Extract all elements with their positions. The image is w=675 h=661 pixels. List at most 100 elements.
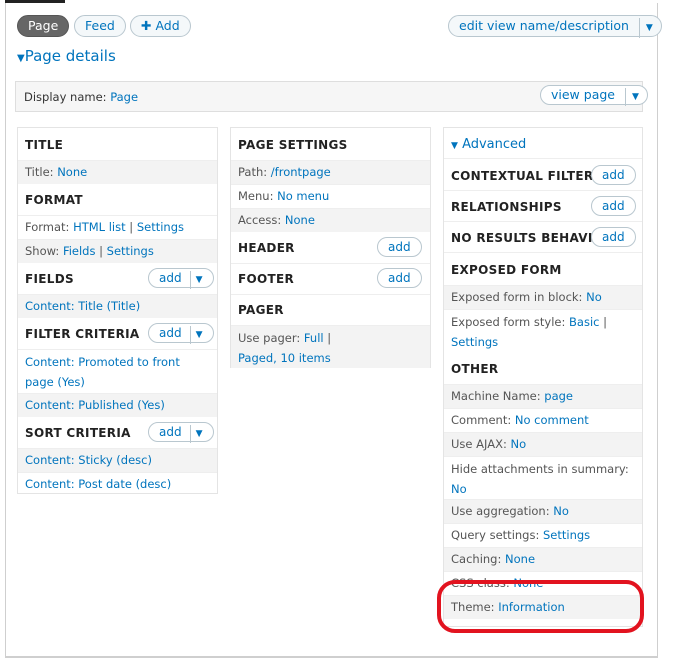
exposed-style-settings-link[interactable]: Settings — [451, 335, 498, 349]
ajax-value[interactable]: No — [510, 437, 526, 451]
page-details-title: Page details — [24, 47, 116, 65]
tab-feed-label: Feed — [85, 18, 115, 33]
pager-value[interactable]: Full — [304, 331, 324, 345]
divider — [231, 263, 430, 264]
advanced-toggle[interactable]: ▼ Advanced — [451, 137, 526, 152]
column-advanced: ▼ Advanced CONTEXTUAL FILTERS add RELATI… — [443, 127, 643, 627]
relationships-add-label: add — [602, 199, 625, 213]
caching-row: Caching: None — [444, 547, 642, 571]
footer-add-button[interactable]: add — [377, 268, 422, 288]
edit-view-name-label: edit view name/description — [459, 18, 629, 33]
page-settings-header: PAGE SETTINGS — [238, 138, 348, 152]
show-settings-link[interactable]: Settings — [107, 244, 154, 258]
header-add-label: add — [388, 240, 411, 254]
exposed-block-row: Exposed form in block: No — [444, 285, 642, 309]
format-row: Format: HTML list | Settings — [18, 215, 217, 239]
filter-item-label[interactable]: Content: Published (Yes) — [25, 398, 165, 412]
format-value[interactable]: HTML list — [73, 220, 126, 234]
attachments-value[interactable]: No — [451, 482, 467, 496]
exposed-form-header: EXPOSED FORM — [451, 263, 562, 277]
sort-add-label: add — [159, 425, 182, 439]
page-details-toggle[interactable]: ▼Page details — [17, 47, 116, 65]
exposed-block-label: Exposed form in block: — [451, 290, 583, 304]
caching-label: Caching: — [451, 552, 502, 566]
separator: | — [129, 220, 134, 234]
edit-view-name-button[interactable]: edit view name/description ▼ — [448, 15, 662, 38]
machine-name-row: Machine Name: page — [444, 384, 642, 408]
filter-item-label[interactable]: Content: Promoted to front page (Yes) — [25, 355, 180, 389]
separator: | — [99, 244, 104, 258]
machine-name-label: Machine Name: — [451, 389, 541, 403]
menu-label: Menu: — [238, 189, 274, 203]
filter-item[interactable]: Content: Published (Yes) — [18, 393, 217, 417]
access-label: Access: — [238, 213, 282, 227]
comment-value[interactable]: No comment — [515, 413, 589, 427]
machine-name-value[interactable]: page — [544, 389, 573, 403]
sort-item-label[interactable]: Content: Post date (desc) — [25, 477, 171, 491]
sort-item[interactable]: Content: Sticky (desc) — [18, 448, 217, 472]
add-display-label: Add — [155, 18, 180, 33]
pager-options-link[interactable]: Paged, 10 items — [238, 351, 331, 365]
aggregation-row: Use aggregation: No — [444, 499, 642, 523]
divider — [444, 190, 642, 191]
exposed-style-value[interactable]: Basic — [569, 315, 599, 329]
title-value[interactable]: None — [57, 165, 87, 179]
sort-item[interactable]: Content: Post date (desc) — [18, 472, 217, 494]
path-value[interactable]: /frontpage — [271, 165, 331, 179]
tab-page[interactable]: Page — [17, 15, 70, 37]
no-results-add-button[interactable]: add — [591, 227, 636, 247]
fields-item[interactable]: Content: Title (Title) — [18, 294, 217, 318]
title-label: Title: — [25, 165, 54, 179]
caching-value[interactable]: None — [505, 552, 535, 566]
contextual-add-button[interactable]: add — [591, 165, 636, 185]
view-page-button[interactable]: view page ▼ — [540, 85, 648, 106]
display-name-bar: Display name: Page view page ▼ — [15, 81, 648, 112]
aggregation-value[interactable]: No — [553, 504, 569, 518]
highlight-ring — [437, 580, 644, 633]
show-label: Show: — [25, 244, 60, 258]
access-row: Access: None — [231, 208, 430, 232]
comment-row: Comment: No comment — [444, 408, 642, 432]
chevron-down-icon[interactable]: ▼ — [189, 271, 203, 289]
query-settings-row: Query settings: Settings — [444, 523, 642, 547]
exposed-block-value[interactable]: No — [586, 290, 602, 304]
divider — [444, 158, 642, 159]
fields-add-label: add — [159, 271, 182, 285]
fields-item-label[interactable]: Content: Title (Title) — [25, 299, 140, 313]
other-header: OTHER — [451, 362, 499, 376]
exposed-style-row: Exposed form style: Basic | Settings — [444, 309, 642, 352]
footer-add-label: add — [388, 271, 411, 285]
show-value[interactable]: Fields — [63, 244, 96, 258]
tab-feed[interactable]: Feed — [74, 15, 126, 37]
menu-value[interactable]: No menu — [277, 189, 329, 203]
sort-item-label[interactable]: Content: Sticky (desc) — [25, 453, 152, 467]
sort-add-button[interactable]: add ▼ — [148, 422, 214, 443]
chevron-down-icon[interactable]: ▼ — [189, 326, 203, 344]
contextual-add-label: add — [602, 168, 625, 182]
plus-icon: ✚ — [141, 18, 152, 33]
view-page-label: view page — [551, 87, 615, 102]
filter-add-label: add — [159, 326, 182, 340]
contextual-filters-header: CONTEXTUAL FILTERS — [451, 169, 592, 183]
divider — [444, 221, 642, 222]
format-settings-link[interactable]: Settings — [137, 220, 184, 234]
chevron-down-icon[interactable]: ▼ — [638, 18, 653, 38]
path-label: Path: — [238, 165, 268, 179]
filter-item[interactable]: Content: Promoted to front page (Yes) — [18, 349, 217, 393]
filter-add-button[interactable]: add ▼ — [148, 323, 214, 344]
chevron-down-icon[interactable]: ▼ — [624, 88, 639, 106]
query-settings-value[interactable]: Settings — [543, 528, 590, 542]
relationships-add-button[interactable]: add — [591, 196, 636, 216]
fields-add-button[interactable]: add ▼ — [148, 268, 214, 289]
add-display-button[interactable]: ✚ Add — [130, 15, 191, 37]
title-row: Title: None — [18, 160, 217, 184]
display-name-value[interactable]: Page — [110, 90, 138, 104]
separator: | — [327, 331, 332, 345]
chevron-down-icon[interactable]: ▼ — [189, 425, 203, 443]
access-value[interactable]: None — [285, 213, 315, 227]
comment-label: Comment: — [451, 413, 512, 427]
divider — [444, 252, 642, 253]
no-results-header: NO RESULTS BEHAVIOR — [451, 231, 592, 245]
header-add-button[interactable]: add — [377, 237, 422, 257]
format-header: FORMAT — [25, 193, 83, 207]
